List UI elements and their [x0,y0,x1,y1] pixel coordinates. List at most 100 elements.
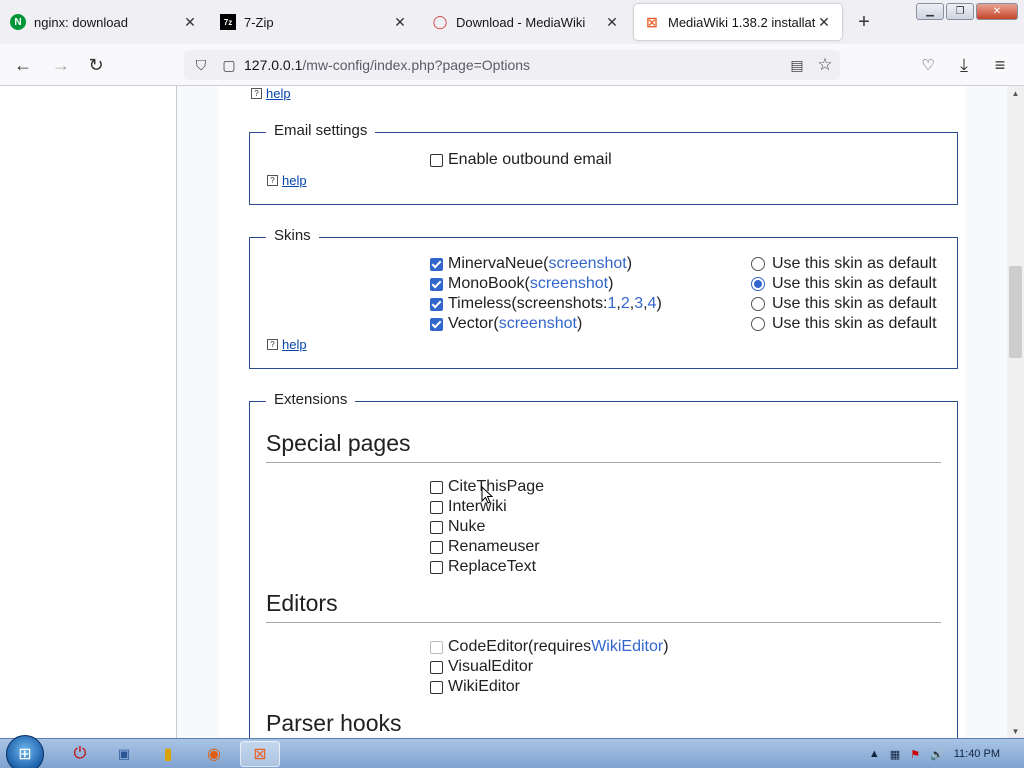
skin-minervaneue[interactable]: MinervaNeue (screenshot) [430,254,632,274]
skin-vector-checkbox[interactable] [430,317,443,331]
help-link-top[interactable]: ? help [251,86,291,101]
email-settings-legend: Email settings [266,122,376,139]
help-link-skins[interactable]: ? help [267,337,307,352]
screenshot-link[interactable]: screenshot [530,275,608,293]
windows-taskbar: ⊞ ⏻ ▣ ▮ ◉ ⊠ ▲ ▦ ⚑ 🔊 11:40 PM [0,735,1024,768]
window-close-button[interactable]: ✕ [976,3,1018,20]
default-skin-radio[interactable] [751,297,765,311]
skin-monobook-checkbox[interactable] [430,277,443,291]
ext-checkbox[interactable] [430,520,443,534]
default-skin-option-vector[interactable]: Use this skin as default [751,314,937,334]
default-skin-option-timeless[interactable]: Use this skin as default [751,294,937,314]
ext-checkbox[interactable] [430,500,443,514]
ext-option[interactable]: Renameuser [430,537,540,557]
maximize-button[interactable]: ❐ [946,3,974,20]
firefox-taskbar-icon[interactable]: ◉ [194,741,234,767]
screenshot-link-1[interactable]: 1 [607,295,616,313]
close-icon[interactable]: ✕ [182,14,198,30]
menu-icon[interactable]: ≡ [987,52,1013,78]
start-button[interactable]: ⊞ [6,735,44,768]
screenshot-link[interactable]: screenshot [499,315,577,333]
ext-checkbox[interactable] [430,660,443,674]
scrollbar-thumb[interactable] [1009,266,1022,358]
ext-option[interactable]: ReplaceText [430,557,536,577]
skin-name: MonoBook [448,275,525,292]
default-skin-label: Use this skin as default [772,315,937,332]
screenshot-link[interactable]: screenshot [548,255,626,273]
clock[interactable]: 11:40 PM [954,748,1000,760]
minimize-button[interactable]: ▁ [916,3,944,20]
requires-text: ) [663,638,669,655]
scroll-up-arrow-icon[interactable]: ▲ [1007,86,1024,100]
skin-vector[interactable]: Vector (screenshot) [430,314,582,334]
close-icon[interactable]: ✕ [816,14,832,30]
screenshot-link-4[interactable]: 4 [648,295,657,313]
skin-timeless[interactable]: Timeless (screenshots: 1, 2, 3, 4) [430,294,662,314]
ext-option[interactable]: Interwiki [430,497,507,517]
xampp-taskbar-icon[interactable]: ⊠ [240,741,280,767]
close-icon[interactable]: ✕ [604,14,620,30]
tab-nginx[interactable]: N nginx: download ✕ [0,4,208,40]
heading-divider [266,622,941,623]
enable-outbound-email-checkbox[interactable] [430,153,443,167]
bookmark-star-icon[interactable]: ☆ [814,54,836,76]
back-arrow-icon[interactable]: ← [10,52,36,78]
action-center-icon[interactable]: ⚑ [910,748,920,761]
default-skin-radio[interactable] [751,257,765,271]
tab-mediawiki-installation[interactable]: ⊠ MediaWiki 1.38.2 installation ✕ [634,4,842,40]
default-skin-option-monobook[interactable]: Use this skin as default [751,274,937,294]
file-explorer-icon[interactable]: ▮ [148,741,188,767]
nginx-icon: N [10,14,26,30]
show-hidden-icons-icon[interactable]: ▲ [869,748,880,760]
url-host: 127.0.0.1 [244,57,303,73]
help-label[interactable]: help [266,86,291,101]
page-scrollbar[interactable]: ▲ ▼ [1007,86,1024,738]
default-skin-label: Use this skin as default [772,255,937,272]
reader-view-icon[interactable]: ▤ [786,54,808,76]
wikieditor-link[interactable]: WikiEditor [591,638,663,656]
tab-title: 7-Zip [244,14,274,30]
url-bar[interactable]: ⛉ ▢ 127.0.0.1/mw-config/index.php?page=O… [184,50,840,80]
ext-checkbox[interactable] [430,480,443,494]
window-controls: ▁ ❐ ✕ [916,3,1018,20]
help-label[interactable]: help [282,337,307,352]
ext-option[interactable]: WikiEditor [430,677,520,697]
tab-7zip[interactable]: 7z 7-Zip ✕ [210,4,418,40]
screenshot-link-3[interactable]: 3 [634,295,643,313]
ext-option-codeeditor[interactable]: CodeEditor (requires WikiEditor) [430,637,669,657]
network-icon[interactable]: ▦ [890,748,900,761]
default-skin-radio[interactable] [751,277,765,291]
default-skin-radio[interactable] [751,317,765,331]
page-info-icon[interactable]: ▢ [218,54,240,76]
download-icon[interactable]: ⤓ [951,52,977,78]
ext-checkbox[interactable] [430,560,443,574]
skin-paren: ) [608,275,614,292]
default-skin-option-minervaneue[interactable]: Use this skin as default [751,254,937,274]
url-text[interactable]: 127.0.0.1/mw-config/index.php?page=Optio… [244,57,530,73]
ext-checkbox[interactable] [430,680,443,694]
close-icon[interactable]: ✕ [392,14,408,30]
shutdown-app-icon[interactable]: ⏻ [60,741,100,767]
skin-timeless-checkbox[interactable] [430,297,443,311]
help-link-email[interactable]: ? help [267,173,307,188]
skin-paren: ) [576,315,583,332]
control-panel-icon[interactable]: ▣ [104,741,144,767]
forward-arrow-icon[interactable]: → [48,52,74,78]
skin-monobook[interactable]: MonoBook (screenshot) [430,274,613,294]
new-tab-button[interactable]: + [852,10,876,34]
ext-checkbox[interactable] [430,540,443,554]
screenshot-link-2[interactable]: 2 [621,295,630,313]
scroll-down-arrow-icon[interactable]: ▼ [1007,724,1024,738]
enable-outbound-email-option[interactable]: Enable outbound email [430,150,612,170]
ext-option[interactable]: VisualEditor [430,657,533,677]
skin-minervaneue-checkbox[interactable] [430,257,443,271]
tracking-shield-icon[interactable]: ⛉ [190,54,212,76]
ext-option[interactable]: Nuke [430,517,485,537]
pocket-icon[interactable]: ♡ [915,52,941,78]
help-label[interactable]: help [282,173,307,188]
volume-icon[interactable]: 🔊 [930,748,944,761]
reload-icon[interactable]: ↻ [83,52,109,78]
tab-mediawiki-download[interactable]: ◯ Download - MediaWiki ✕ [422,4,630,40]
ext-label: ReplaceText [448,558,537,575]
tab-title: MediaWiki 1.38.2 installation [668,14,816,30]
